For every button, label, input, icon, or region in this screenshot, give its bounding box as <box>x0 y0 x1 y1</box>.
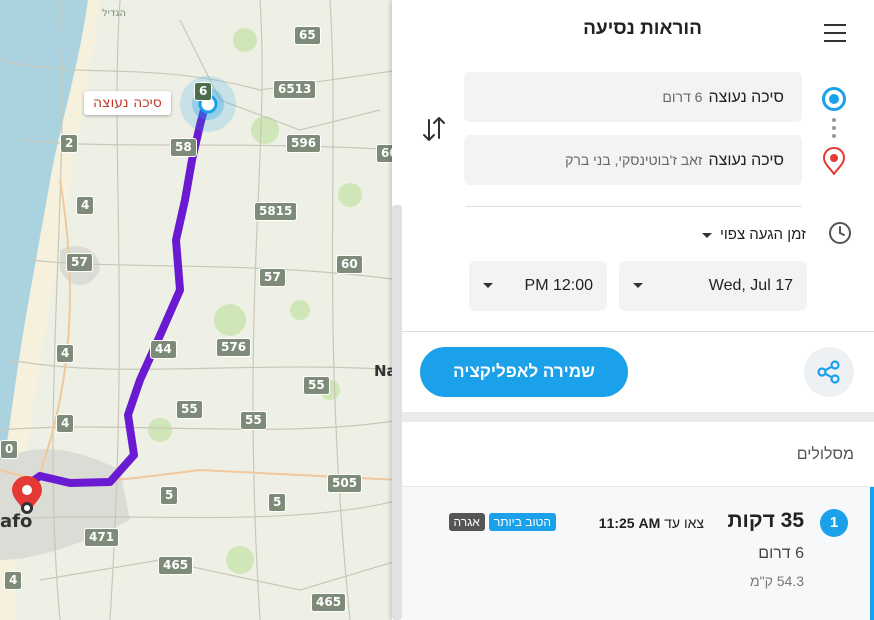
road-shield: 4 <box>56 414 75 433</box>
road-shield: 465 <box>158 556 194 575</box>
road-shield: 55 <box>176 400 203 419</box>
share-button[interactable] <box>804 347 854 397</box>
menu-icon[interactable] <box>824 24 846 44</box>
road-shield: 471 <box>84 528 120 547</box>
destination-sub: זאב ז'בוטינסקי, בני ברק <box>565 152 703 168</box>
road-shield: 55 <box>303 376 330 395</box>
place-label: afo <box>0 511 33 532</box>
route-card[interactable]: 1 35 דקות צאו עד 11:25 AM הטוב ביותר אגר… <box>402 486 874 620</box>
route-duration: 35 דקות <box>727 509 804 532</box>
arrival-type-label: זמן הגעה צפוי <box>720 226 806 243</box>
origin-sub: 6 דרום <box>662 89 703 105</box>
road-shield: 4 <box>76 196 95 215</box>
road-shield: 6 <box>194 82 213 101</box>
section-separator <box>402 412 874 422</box>
chevron-down-icon <box>483 283 493 288</box>
road-shield: 44 <box>150 340 177 359</box>
page-title: הוראות נסיעה <box>583 18 702 39</box>
best-route-badge: הטוב ביותר <box>488 513 556 531</box>
time-select[interactable]: PM 12:00 <box>469 261 607 311</box>
road-shield: 60 <box>336 255 363 274</box>
road-shield: 596 <box>286 134 322 153</box>
toll-badge: אגרה <box>448 513 485 531</box>
clock-icon <box>829 222 851 244</box>
road-shield: 55 <box>240 411 267 430</box>
share-icon <box>817 360 840 384</box>
origin-field[interactable]: סיכה נעוצה 6 דרום <box>464 72 802 122</box>
road-shield: 5 <box>160 486 179 505</box>
chevron-down-icon <box>702 232 712 238</box>
road-shield: 6513 <box>273 80 317 99</box>
date-select[interactable]: Wed, Jul 17 <box>619 261 807 311</box>
road-shield: 505 <box>327 474 363 493</box>
swap-icon[interactable] <box>419 112 449 146</box>
road-shield: 57 <box>66 253 93 272</box>
routes-header: מסלולים <box>796 446 854 463</box>
destination-main: סיכה נעוצה <box>708 152 784 169</box>
date-value: Wed, Jul 17 <box>708 277 793 294</box>
route-tags: הטוב ביותר אגרה <box>448 513 556 531</box>
road-shield: 58 <box>170 138 197 157</box>
chevron-down-icon <box>633 283 643 288</box>
route-number: 1 <box>820 509 848 537</box>
connector-dot <box>832 126 836 130</box>
divider <box>466 206 802 207</box>
origin-icon <box>822 87 846 111</box>
connector-dot <box>832 118 836 122</box>
destination-icon <box>823 147 845 175</box>
depart-time: 11:25 AM <box>598 515 661 531</box>
route-distance: 54.3 ק"מ <box>750 573 804 589</box>
road-shield: 0 <box>0 440 19 459</box>
road-shield: 65 <box>294 26 321 45</box>
selected-indicator <box>870 487 874 620</box>
route-depart-by: צאו עד 11:25 AM <box>599 515 704 531</box>
map[interactable]: הגדיל 65 6 6513 2 58 596 60 4 5815 57 57… <box>0 0 400 620</box>
road-shield: 465 <box>311 593 347 612</box>
origin-label-bubble[interactable]: סיכה נעוצה <box>84 91 171 115</box>
arrival-type-dropdown[interactable]: זמן הגעה צפוי <box>702 226 806 243</box>
directions-panel: הוראות נסיעה סיכה נעוצה 6 דרום סיכה נעוצה… <box>392 0 874 620</box>
divider <box>402 331 874 332</box>
scrollbar[interactable] <box>392 205 402 620</box>
route-road: 6 דרום <box>758 545 804 562</box>
road-shield: 5 <box>268 493 287 512</box>
save-to-app-button[interactable]: שמירה לאפליקציה <box>420 347 628 397</box>
road-shield: 576 <box>216 338 252 357</box>
connector-dot <box>832 134 836 138</box>
road-shield: 5815 <box>254 202 298 221</box>
origin-main: סיכה נעוצה <box>708 89 784 106</box>
road-shield: 57 <box>259 268 286 287</box>
road-shield: 4 <box>56 344 75 363</box>
time-value: PM 12:00 <box>524 277 593 294</box>
destination-field[interactable]: סיכה נעוצה זאב ז'בוטינסקי, בני ברק <box>464 135 802 185</box>
depart-prefix: צאו עד <box>664 515 704 531</box>
road-shield: 2 <box>60 134 79 153</box>
map-hint-label: הגדיל <box>102 8 127 19</box>
road-shield: 4 <box>4 571 23 590</box>
